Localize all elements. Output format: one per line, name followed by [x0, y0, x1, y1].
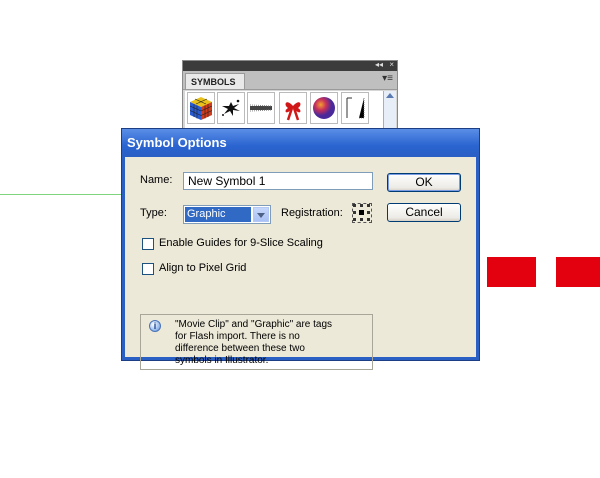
type-label: Type:: [140, 207, 167, 219]
registration-point[interactable]: [360, 218, 363, 221]
panel-scrollbar[interactable]: [383, 91, 396, 129]
rubiks-cube-symbol[interactable]: [187, 92, 215, 124]
ok-button[interactable]: OK: [387, 173, 461, 192]
dialog-title: Symbol Options: [122, 129, 479, 157]
pixel-grid-checkbox[interactable]: [142, 263, 154, 275]
panel-header-bar: ◂◂ ×: [183, 60, 397, 71]
dialog-body: Name: New Symbol 1 OK Cancel Type: Graph…: [125, 157, 476, 370]
registration-point[interactable]: [360, 204, 363, 207]
info-text: "Movie Clip" and "Graphic" are tags for …: [175, 319, 333, 366]
name-input[interactable]: New Symbol 1: [183, 172, 373, 190]
symbol-thumbnails: [185, 91, 383, 129]
panel-menu-icon[interactable]: ▾≡: [382, 73, 393, 84]
symbol-options-dialog: Symbol Options Name: New Symbol 1 OK Can…: [121, 128, 480, 370]
collapse-icon[interactable]: ◂◂: [375, 60, 383, 69]
cancel-button[interactable]: Cancel: [387, 203, 461, 222]
registration-label: Registration:: [281, 207, 343, 219]
registration-point[interactable]: [367, 218, 370, 221]
guides-checkbox-label[interactable]: Enable Guides for 9-Slice Scaling: [159, 237, 323, 249]
chevron-down-icon[interactable]: [253, 207, 269, 222]
tab-symbols[interactable]: SYMBOLS: [185, 73, 245, 89]
grunge-brush-symbol[interactable]: [247, 92, 275, 124]
pixel-grid-checkbox-label[interactable]: Align to Pixel Grid: [159, 262, 246, 274]
registration-point[interactable]: [353, 204, 356, 207]
gradient-sphere-symbol[interactable]: [310, 92, 338, 124]
frame-brush-symbol[interactable]: [341, 92, 369, 124]
type-select[interactable]: Graphic: [183, 205, 271, 224]
info-box: i "Movie Clip" and "Graphic" are tags fo…: [140, 314, 373, 370]
red-ribbon-bow-symbol[interactable]: [279, 92, 307, 124]
name-label: Name:: [140, 174, 173, 186]
scroll-up-icon[interactable]: [386, 93, 394, 98]
registration-point-selected[interactable]: [359, 210, 364, 215]
close-icon[interactable]: ×: [389, 60, 394, 69]
symbols-panel: ◂◂ × SYMBOLS ▾≡: [182, 60, 398, 132]
registration-point[interactable]: [367, 204, 370, 207]
info-icon: i: [149, 320, 161, 332]
red-rectangle-shape[interactable]: [556, 257, 600, 287]
guides-checkbox[interactable]: [142, 238, 154, 250]
registration-point[interactable]: [353, 211, 356, 214]
registration-point[interactable]: [367, 211, 370, 214]
registration-point-grid[interactable]: [352, 203, 372, 223]
type-selected-value: Graphic: [185, 207, 251, 222]
red-rectangle-shape[interactable]: [487, 257, 536, 287]
artboard-guide-line: [0, 194, 123, 195]
panel-tab-row: SYMBOLS ▾≡: [183, 71, 397, 90]
ink-splat-symbol[interactable]: [217, 92, 245, 124]
registration-point[interactable]: [353, 218, 356, 221]
